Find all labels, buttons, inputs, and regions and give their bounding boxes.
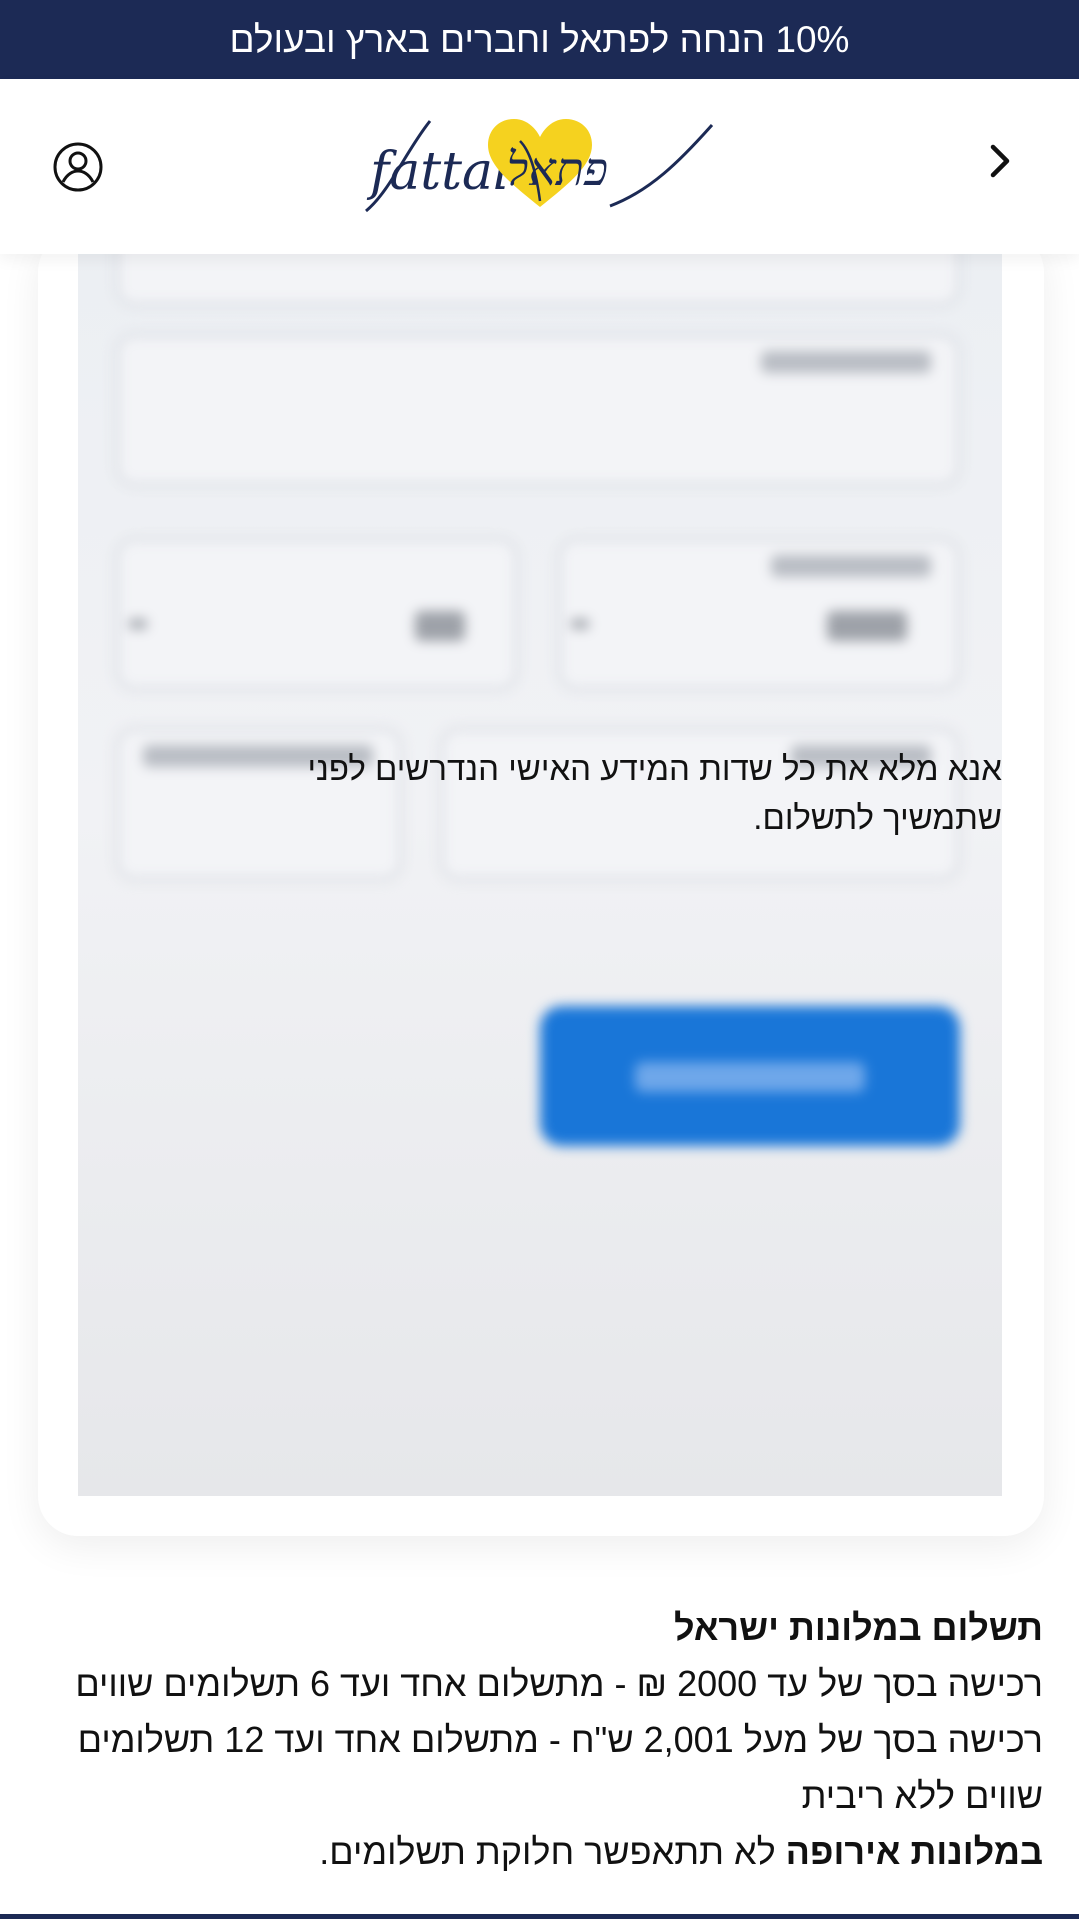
- logo-latin-text: fattal: [366, 142, 510, 202]
- payment-info-line-1: רכישה בסך של עד 2000 ₪ - מתשלום אחד ועד …: [75, 1663, 1043, 1704]
- logo-hebrew-text: פתאל: [507, 142, 608, 196]
- payment-info-section: תשלום במלונות ישראל רכישה בסך של עד 2000…: [40, 1600, 1043, 1880]
- blurred-month-select: [116, 538, 518, 690]
- form-required-notice: אנא מלא את כל שדות המידע האישי הנדרשים ל…: [307, 750, 1002, 836]
- promo-text: 10% הנחה לפתאל וחברים בארץ ובעולם: [229, 19, 850, 60]
- chevron-right-icon: [989, 143, 1011, 184]
- back-button[interactable]: [980, 143, 1020, 183]
- blurred-submit-button: [540, 1006, 960, 1146]
- payment-info-title: תשלום במלונות ישראל: [674, 1607, 1043, 1648]
- blurred-field-top: [116, 254, 960, 306]
- bottom-divider: [0, 1914, 1079, 1919]
- fattal-logo[interactable]: fattal פתאל: [360, 111, 720, 221]
- blurred-card-number-field: [116, 334, 960, 486]
- payment-info-line-2: רכישה בסך של מעל 2,001 ש"ח - מתשלום אחד …: [77, 1719, 1043, 1816]
- user-circle-icon: [52, 142, 104, 197]
- payment-info-europe: במלונות אירופה לא תתאפשר חלוקת תשלומים.: [40, 1824, 1043, 1880]
- promo-banner[interactable]: 10% הנחה לפתאל וחברים בארץ ובעולם: [0, 0, 1079, 79]
- europe-text: לא תתאפשר חלוקת תשלומים.: [319, 1831, 786, 1872]
- payment-iframe-blurred: [78, 254, 1002, 1496]
- blurred-year-select: [558, 538, 960, 690]
- account-button[interactable]: [52, 141, 104, 193]
- site-header: fattal פתאל: [0, 79, 1079, 254]
- europe-label: במלונות אירופה: [785, 1831, 1043, 1872]
